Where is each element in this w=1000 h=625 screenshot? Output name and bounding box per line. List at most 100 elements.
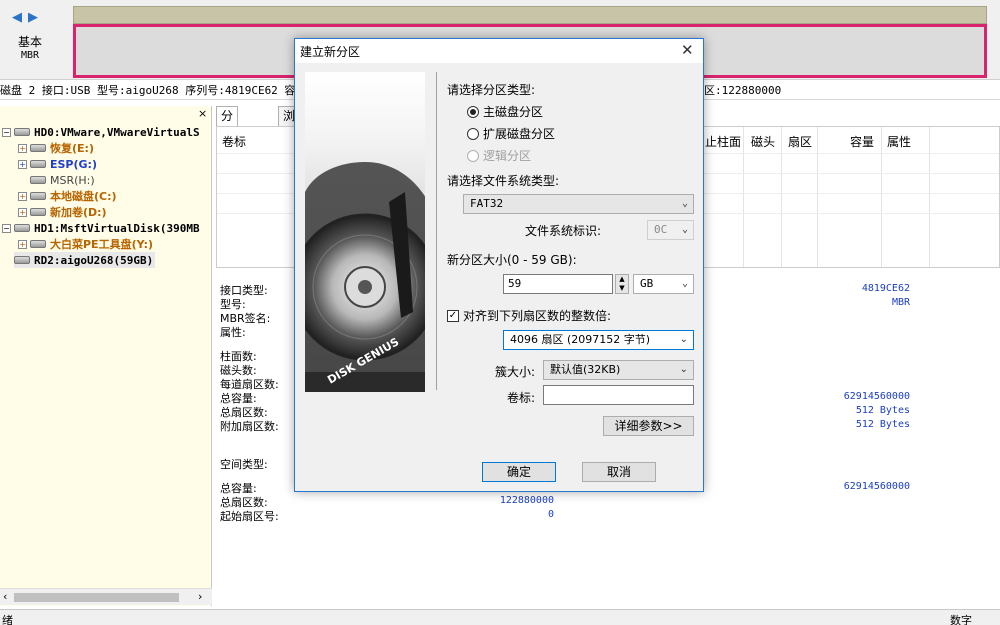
radio-icon bbox=[467, 149, 479, 162]
column-divider bbox=[781, 127, 782, 267]
disk-type: 基本 bbox=[17, 35, 42, 49]
disk-icon bbox=[14, 128, 30, 136]
checkmark-icon[interactable]: ✓ bbox=[447, 309, 459, 322]
radio-icon[interactable] bbox=[467, 127, 479, 140]
tree-node-rd2-selected[interactable]: RD2:aigoU268(59GB) bbox=[14, 252, 156, 268]
disk-genius-logo-image: DISK GENIUS bbox=[305, 72, 425, 392]
disk-type-label: 基本 MBR bbox=[6, 36, 54, 62]
partition-icon bbox=[30, 240, 46, 248]
disk-scheme: MBR bbox=[20, 50, 40, 61]
partition-icon bbox=[30, 192, 46, 200]
expand-icon[interactable]: + bbox=[18, 143, 27, 153]
fs-id-select: 0C ⌄ bbox=[647, 220, 694, 240]
tab-partition-params[interactable]: 分区参数 bbox=[216, 106, 239, 177]
cancel-button[interactable]: 取消 bbox=[582, 462, 656, 482]
extra-sectors-label: 附加扇区数: bbox=[220, 420, 279, 433]
disk-info-left: 磁盘 2 接口:USB 型号:aigoU268 序列号:4819CE62 容 bbox=[0, 84, 296, 97]
expand-icon[interactable]: + bbox=[18, 239, 27, 249]
collapse-icon[interactable]: − bbox=[2, 223, 11, 233]
numlock-indicator: 数字 bbox=[950, 614, 972, 625]
fs-id-label: 文件系统标识: bbox=[525, 224, 602, 238]
partition-icon bbox=[30, 160, 46, 168]
chevron-down-icon: ⌄ bbox=[679, 334, 688, 345]
column-divider bbox=[929, 127, 930, 267]
tree-node-new-d[interactable]: + 新加卷(D:) bbox=[18, 204, 107, 220]
dialog-divider bbox=[436, 72, 437, 390]
start-sector-label: 起始扇区号: bbox=[220, 510, 279, 523]
radio-extended-partition[interactable]: 扩展磁盘分区 bbox=[467, 125, 555, 142]
volume-label-input[interactable] bbox=[543, 385, 694, 405]
scrollbar-thumb[interactable] bbox=[14, 593, 179, 602]
disk-info-right: 区:122880000 bbox=[704, 84, 782, 97]
physical-sector-size-value: 512 Bytes bbox=[855, 419, 910, 430]
attributes-label: 属性: bbox=[220, 326, 246, 339]
disk-icon bbox=[14, 256, 30, 264]
collapse-icon[interactable]: − bbox=[2, 127, 11, 137]
radio-icon[interactable] bbox=[467, 105, 479, 118]
col-end-cylinder[interactable]: 止柱面 bbox=[705, 133, 741, 150]
free-capacity-value: 62914560000 bbox=[843, 481, 910, 492]
panel-close-icon[interactable]: × bbox=[198, 107, 207, 120]
col-head[interactable]: 磁头 bbox=[751, 133, 775, 150]
scroll-right-icon[interactable]: › bbox=[198, 590, 202, 603]
disk-nav: ◀ ▶ bbox=[12, 10, 44, 25]
new-partition-dialog: 建立新分区 ✕ DISK GENIUS 请选择分区类型: 主磁盘分区 扩展磁盘分… bbox=[294, 38, 704, 492]
chevron-right-icon[interactable]: ▶ bbox=[28, 10, 38, 25]
free-total-sectors-value: 122880000 bbox=[499, 495, 554, 506]
status-bar: 绪 数字 bbox=[0, 609, 1000, 625]
ok-button[interactable]: 确定 bbox=[482, 462, 556, 482]
disk-partition-strip-header[interactable] bbox=[73, 6, 987, 24]
col-volume-label[interactable]: 卷标 bbox=[222, 133, 246, 150]
scroll-left-icon[interactable]: ‹ bbox=[3, 590, 7, 603]
chevron-left-icon[interactable]: ◀ bbox=[12, 10, 22, 25]
partition-icon bbox=[30, 208, 46, 216]
col-capacity[interactable]: 容量 bbox=[850, 133, 874, 150]
align-sectors-select[interactable]: 4096 扇区 (2097152 字节) ⌄ bbox=[503, 330, 694, 350]
size-unit-select[interactable]: GB ⌄ bbox=[633, 274, 694, 294]
dialog-title: 建立新分区 bbox=[300, 45, 361, 59]
size-stepper[interactable]: ▲ ▼ bbox=[615, 274, 629, 294]
tree-node-pe-y[interactable]: + 大白菜PE工具盘(Y:) bbox=[18, 236, 153, 252]
partition-icon bbox=[30, 144, 46, 152]
disk-icon bbox=[14, 224, 30, 232]
cluster-size-select[interactable]: 默认值(32KB) ⌄ bbox=[543, 360, 694, 380]
status-text: 绪 bbox=[2, 614, 13, 625]
expand-icon[interactable]: + bbox=[18, 207, 27, 217]
tree-node-local-c[interactable]: + 本地磁盘(C:) bbox=[18, 188, 117, 204]
fs-type-label: 请选择文件系统类型: bbox=[447, 174, 560, 188]
chevron-down-icon: ⌄ bbox=[681, 198, 688, 209]
size-label: 新分区大小(0 - 59 GB): bbox=[447, 253, 577, 267]
chevron-down-icon: ⌄ bbox=[681, 278, 688, 289]
expand-icon[interactable]: + bbox=[18, 191, 27, 201]
dialog-titlebar[interactable]: 建立新分区 ✕ bbox=[295, 39, 703, 63]
partition-icon bbox=[30, 176, 46, 184]
space-type-label: 空间类型: bbox=[220, 458, 268, 471]
partition-scheme-value: MBR bbox=[891, 297, 910, 308]
tree-node-hd0[interactable]: − HD0:VMware,VMwareVirtualS bbox=[2, 124, 200, 140]
col-sector[interactable]: 扇区 bbox=[788, 133, 812, 150]
disk-tree-panel: − HD0:VMware,VMwareVirtualS + 恢复(E:) + ESP(… bbox=[0, 106, 212, 606]
radio-primary-partition[interactable]: 主磁盘分区 bbox=[467, 103, 543, 120]
expand-icon[interactable]: + bbox=[18, 159, 27, 169]
tree-node-esp[interactable]: + ESP(G:) bbox=[18, 156, 97, 172]
fs-type-select[interactable]: FAT32 ⌄ bbox=[463, 194, 694, 214]
chevron-down-icon: ⌄ bbox=[681, 224, 688, 235]
col-attributes[interactable]: 属性 bbox=[887, 133, 911, 150]
tree-horizontal-scrollbar[interactable]: ‹ › bbox=[0, 588, 212, 605]
hard-disk-icon: DISK GENIUS bbox=[305, 162, 425, 392]
size-input[interactable]: 59 bbox=[503, 274, 613, 294]
tree-node-recovery[interactable]: + 恢复(E:) bbox=[18, 140, 94, 156]
radio-logical-partition: 逻辑分区 bbox=[467, 147, 531, 164]
tree-node-msr[interactable]: MSR(H:) bbox=[30, 172, 95, 188]
capacity-value: 62914560000 bbox=[843, 391, 910, 402]
sector-size-value: 512 Bytes bbox=[855, 405, 910, 416]
chevron-down-icon: ⌄ bbox=[679, 364, 688, 375]
advanced-params-button[interactable]: 详细参数>> bbox=[603, 416, 694, 436]
align-checkbox[interactable]: ✓ 对齐到下列扇区数的整数倍: bbox=[447, 307, 611, 324]
column-divider bbox=[743, 127, 744, 267]
start-sector-value: 0 bbox=[547, 509, 554, 520]
close-icon[interactable]: ✕ bbox=[681, 41, 694, 59]
serial-value: 4819CE62 bbox=[861, 283, 910, 294]
tree-node-hd1[interactable]: − HD1:MsftVirtualDisk(390MB bbox=[2, 220, 200, 236]
volume-label-label: 卷标: bbox=[507, 391, 536, 405]
